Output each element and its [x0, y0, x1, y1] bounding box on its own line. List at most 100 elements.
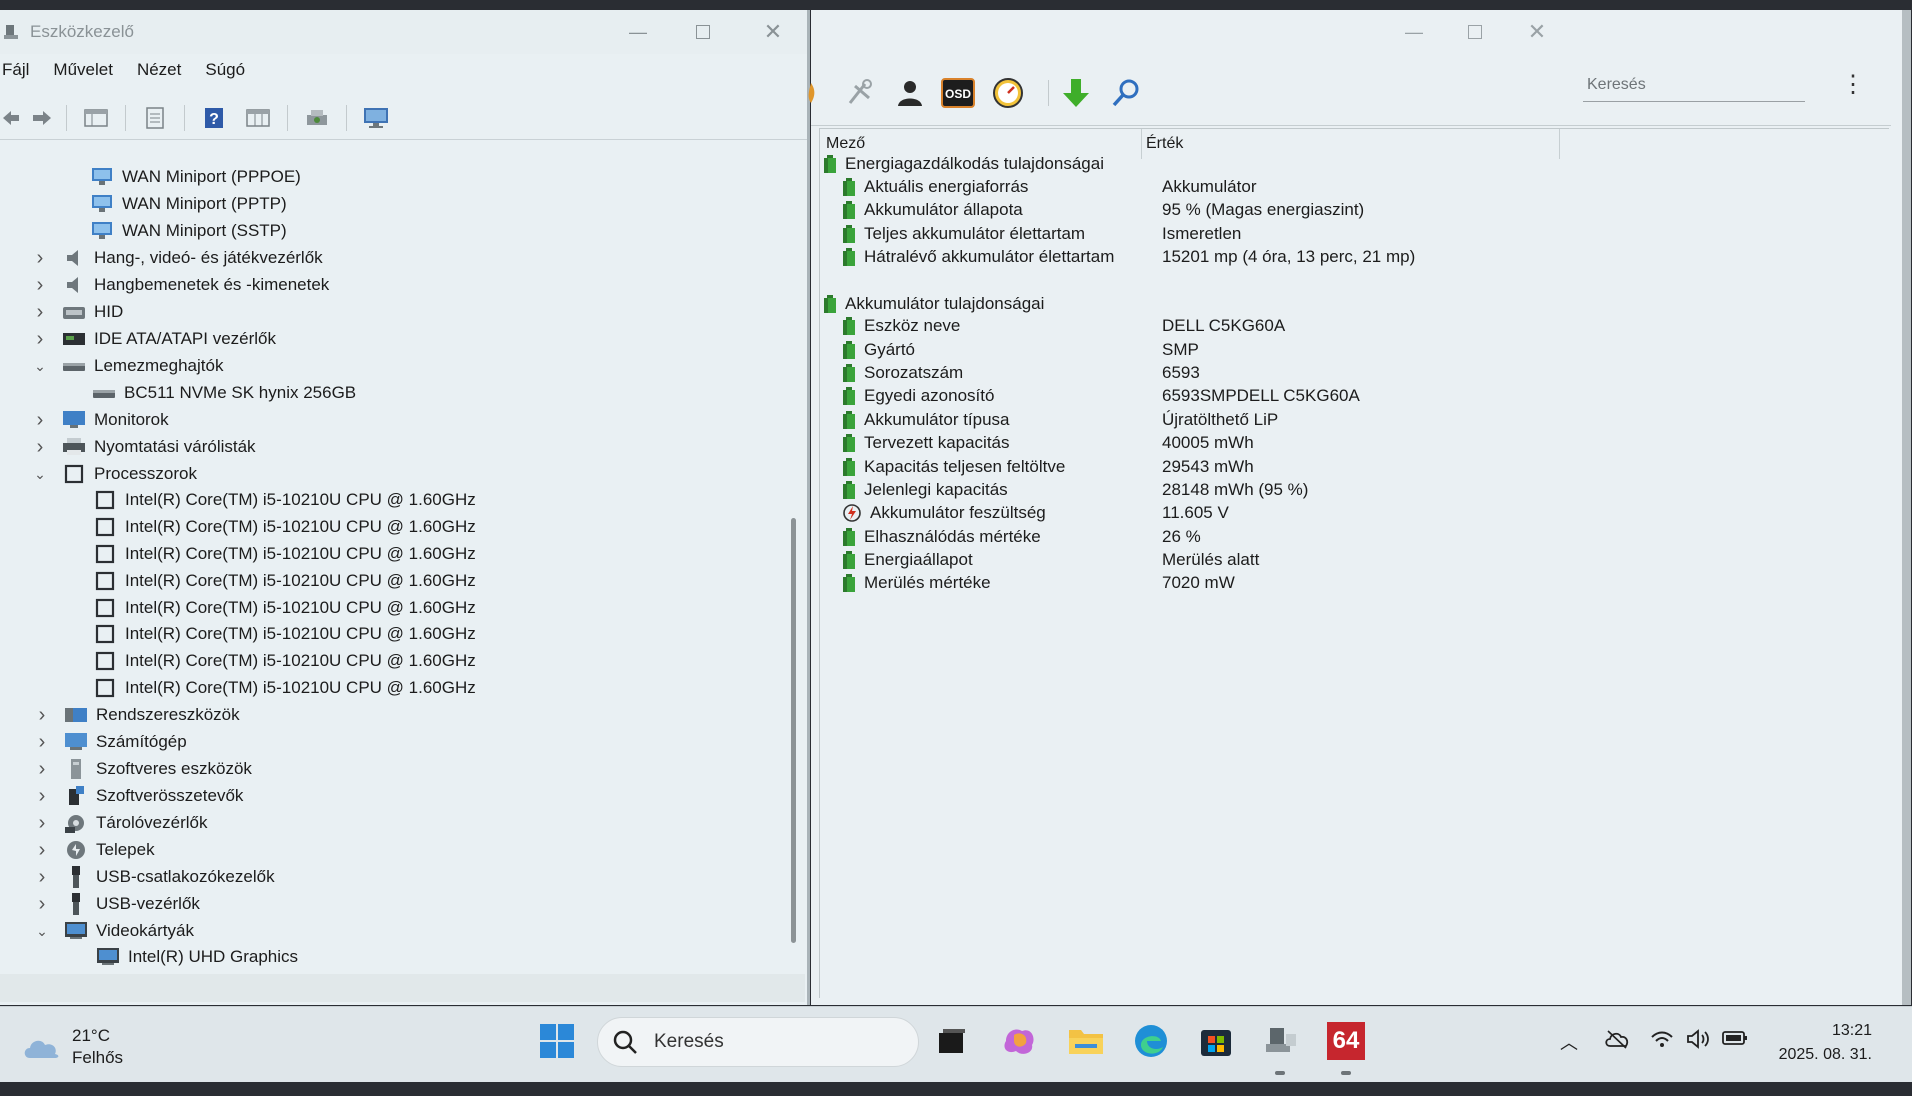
chevron-right-icon[interactable]: › — [34, 785, 50, 808]
property-row[interactable]: Hátralévő akkumulátor élettartam 15201 mp… — [820, 244, 1880, 270]
tree-item[interactable]: › Rendszereszközök — [34, 702, 240, 728]
tree-item[interactable]: Intel(R) Core(TM) i5-10210U CPU @ 1.60GH… — [93, 514, 476, 540]
search-tool-button[interactable] — [1107, 74, 1145, 112]
chevron-right-icon[interactable]: › — [34, 866, 50, 889]
chevron-down-icon[interactable]: ⌄ — [32, 466, 48, 483]
tree-item[interactable]: › Szoftverösszetevők — [34, 783, 244, 809]
aida64-taskbar-button[interactable]: 64 — [1324, 1019, 1368, 1063]
aida-close-button[interactable]: ✕ — [1502, 10, 1572, 54]
tree-vertical-scrollbar[interactable] — [791, 518, 796, 943]
chevron-right-icon[interactable]: › — [34, 893, 50, 916]
tree-item[interactable]: ⌄ Processzorok — [32, 461, 197, 487]
device-manager-taskbar-button[interactable] — [1259, 1019, 1303, 1063]
menu-help[interactable]: Súgó — [205, 60, 245, 90]
tree-item[interactable]: WAN Miniport (PPPOE) — [90, 164, 301, 190]
user-button[interactable] — [891, 74, 929, 112]
benchmark-button[interactable] — [989, 74, 1027, 112]
weather-widget[interactable]: 21°C Felhős — [22, 1025, 123, 1069]
microsoft-store-button[interactable] — [1194, 1019, 1238, 1063]
tree-item[interactable]: Intel(R) Core(TM) i5-10210U CPU @ 1.60GH… — [93, 541, 476, 567]
tree-item[interactable]: Intel(R) Core(TM) i5-10210U CPU @ 1.60GH… — [93, 487, 476, 513]
property-row[interactable]: Egyedi azonosító 6593SMPDELL C5KG60A — [820, 383, 1880, 409]
view-details-button[interactable] — [239, 101, 277, 135]
osd-button[interactable]: OSD — [939, 74, 977, 112]
tree-item[interactable]: › Szoftveres eszközök — [34, 756, 252, 782]
menu-file[interactable]: Fájl — [2, 60, 29, 90]
chevron-right-icon[interactable]: › — [32, 247, 48, 270]
menu-action[interactable]: Művelet — [53, 60, 113, 90]
tree-item[interactable]: BC511 NVMe SK hynix 256GB — [92, 380, 356, 406]
battery-button[interactable] — [1722, 1029, 1748, 1052]
copilot-button[interactable] — [998, 1019, 1042, 1063]
aida-search-input[interactable]: Keresés — [1583, 72, 1805, 102]
chevron-right-icon[interactable]: › — [34, 812, 50, 835]
tree-item[interactable]: › Monitorok — [32, 407, 169, 433]
show-hidden-icons-button[interactable]: ︿ — [1560, 1029, 1578, 1055]
flame-button[interactable] — [801, 74, 821, 112]
start-button[interactable] — [535, 1019, 579, 1063]
minimize-button[interactable]: — — [603, 10, 673, 54]
tree-item[interactable]: WAN Miniport (SSTP) — [90, 218, 287, 244]
chevron-right-icon[interactable]: › — [32, 436, 48, 459]
monitor-button[interactable] — [357, 101, 395, 135]
tree-item[interactable]: Intel(R) Core(TM) i5-10210U CPU @ 1.60GH… — [93, 595, 476, 621]
chevron-right-icon[interactable]: › — [34, 731, 50, 754]
properties-button[interactable] — [136, 101, 174, 135]
back-button[interactable] — [0, 101, 22, 135]
tree-item[interactable]: › Tárolóvezérlők — [34, 810, 208, 836]
menu-view[interactable]: Nézet — [137, 60, 181, 90]
chevron-down-icon[interactable]: ⌄ — [34, 923, 50, 940]
download-button[interactable] — [1057, 74, 1095, 112]
tree-item[interactable]: Intel(R) Core(TM) i5-10210U CPU @ 1.60GH… — [93, 568, 476, 594]
tree-item[interactable]: › IDE ATA/ATAPI vezérlők — [32, 326, 276, 352]
tree-item[interactable]: › Nyomtatási várólisták — [32, 434, 256, 460]
forward-button[interactable] — [28, 101, 56, 135]
help-button[interactable]: ? — [195, 101, 233, 135]
clock[interactable]: 13:21 2025. 08. 31. — [1760, 1019, 1872, 1067]
show-hide-tree-button[interactable] — [77, 101, 115, 135]
chevron-right-icon[interactable]: › — [34, 839, 50, 862]
close-button[interactable]: ✕ — [738, 10, 808, 54]
tree-item[interactable]: Intel(R) Core(TM) i5-10210U CPU @ 1.60GH… — [93, 648, 476, 674]
chevron-right-icon[interactable]: › — [34, 704, 50, 727]
volume-button[interactable] — [1686, 1029, 1712, 1054]
tree-item[interactable]: Intel(R) UHD Graphics — [96, 944, 298, 970]
maximize-button[interactable] — [668, 10, 738, 54]
chevron-right-icon[interactable]: › — [32, 328, 48, 351]
chevron-right-icon[interactable]: › — [34, 758, 50, 781]
property-row[interactable]: Tervezett kapacitás 40005 mWh — [820, 430, 1880, 456]
tree-item[interactable]: › HID — [32, 299, 124, 325]
onedrive-button[interactable] — [1604, 1029, 1630, 1054]
task-view-button[interactable] — [930, 1019, 974, 1063]
wifi-button[interactable] — [1650, 1029, 1674, 1054]
toolbar-separator — [346, 104, 347, 131]
property-row[interactable]: Akkumulátor állapota 95 % (Magas energias… — [820, 197, 1880, 223]
aida-maximize-button[interactable] — [1440, 10, 1510, 54]
chevron-right-icon[interactable]: › — [32, 274, 48, 297]
chevron-right-icon[interactable]: › — [32, 301, 48, 324]
edge-button[interactable] — [1129, 1019, 1173, 1063]
property-row[interactable]: Merülés mértéke 7020 mW — [820, 570, 1880, 596]
file-explorer-button[interactable] — [1064, 1019, 1108, 1063]
property-row[interactable]: Akkumulátor feszültség 11.605 V — [820, 500, 1880, 526]
tree-item[interactable]: WAN Miniport (PPTP) — [90, 191, 287, 217]
more-options-button[interactable]: ⋮ — [1841, 70, 1865, 104]
tree-item[interactable]: › Telepek — [34, 837, 155, 863]
property-row[interactable]: Eszköz neve DELL C5KG60A — [820, 313, 1880, 339]
tree-item[interactable]: › Számítógép — [34, 729, 187, 755]
tree-item[interactable]: › USB-vezérlők — [34, 891, 200, 917]
tree-item[interactable]: Intel(R) Core(TM) i5-10210U CPU @ 1.60GH… — [93, 621, 476, 647]
tools-button[interactable] — [841, 74, 879, 112]
chevron-right-icon[interactable]: › — [32, 409, 48, 432]
tree-item[interactable]: ⌄ Lemezmeghajtók — [32, 353, 223, 379]
tree-item[interactable]: › Hangbemenetek és -kimenetek — [32, 272, 330, 298]
taskbar-search[interactable]: Keresés — [597, 1017, 919, 1067]
tree-item[interactable]: › Hang-, videó- és játékvezérlők — [32, 245, 323, 271]
tree-item[interactable]: Intel(R) Core(TM) i5-10210U CPU @ 1.60GH… — [93, 675, 476, 701]
aida-minimize-button[interactable]: — — [1379, 10, 1449, 54]
tree-item[interactable]: › USB-csatlakozókezelők — [34, 864, 275, 890]
tree-item[interactable]: ⌄ Videokártyák — [34, 918, 194, 944]
scan-hardware-button[interactable] — [298, 101, 336, 135]
chevron-down-icon[interactable]: ⌄ — [32, 358, 48, 375]
property-field: Jelenlegi kapacitás — [864, 480, 1008, 499]
